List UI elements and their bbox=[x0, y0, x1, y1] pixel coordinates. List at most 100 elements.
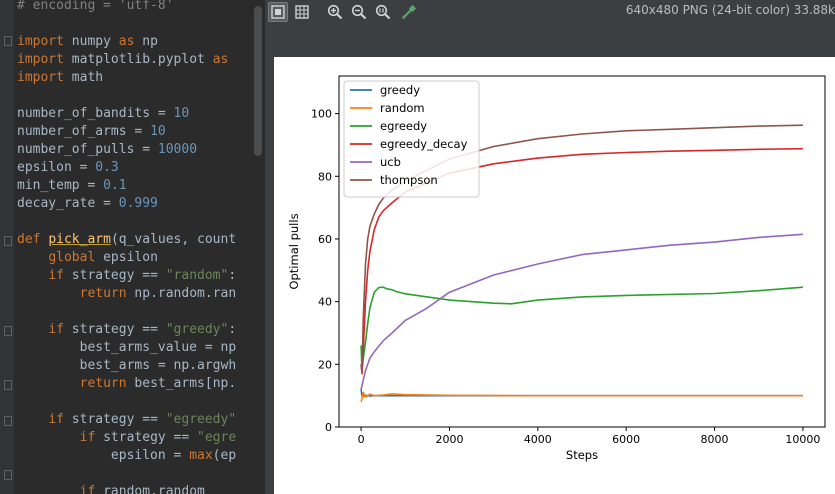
fold-icon[interactable] bbox=[4, 470, 12, 480]
code-line[interactable]: return best_arms[np. bbox=[17, 375, 237, 393]
code-token: 0.3 bbox=[95, 160, 119, 175]
legend-entry: ucb bbox=[380, 155, 401, 169]
fold-icon[interactable] bbox=[4, 416, 12, 426]
code-token: # encoding = 'utf-8' bbox=[17, 0, 174, 13]
x-tick-label: 8000 bbox=[701, 433, 729, 446]
code-token: strategy == bbox=[103, 430, 198, 445]
code-token: number_of_arms = bbox=[17, 124, 151, 139]
code-token: if bbox=[48, 268, 72, 283]
actual-size-icon[interactable] bbox=[373, 2, 393, 22]
code-line[interactable]: number_of_bandits = 10 bbox=[17, 105, 236, 123]
code-line[interactable]: best_arms = np.argwh bbox=[17, 357, 237, 375]
code-line[interactable]: if strategy == "egre bbox=[17, 429, 237, 447]
code-token: "random" bbox=[165, 268, 229, 283]
y-axis-label: Optimal pulls bbox=[287, 213, 301, 289]
code-token: pick_arm bbox=[48, 232, 111, 247]
color-picker-icon[interactable] bbox=[399, 2, 419, 22]
code-token: "egreedy" bbox=[165, 412, 237, 427]
legend-entry: egreedy_decay bbox=[380, 137, 468, 151]
code-token: epsilon bbox=[103, 250, 158, 265]
fold-icon[interactable] bbox=[4, 380, 12, 390]
code-line[interactable]: return np.random.ran bbox=[17, 285, 237, 303]
code-token: as bbox=[118, 34, 143, 49]
code-token: strategy == bbox=[71, 412, 166, 427]
code-token: math bbox=[71, 70, 104, 85]
code-token: max bbox=[189, 448, 213, 463]
zoom-out-icon[interactable] bbox=[349, 2, 369, 22]
fit-icon[interactable] bbox=[268, 2, 288, 22]
code-token: import bbox=[17, 52, 72, 67]
code-line[interactable]: def pick_arm(q_values, count bbox=[17, 231, 236, 249]
code-line[interactable]: if random.random bbox=[17, 483, 236, 494]
line-chart: 0 2000 4000 6000 8000 10000 0 20 40 60 80 100 Steps O… bbox=[287, 75, 826, 462]
code-token: 0.999 bbox=[118, 196, 158, 211]
code-line[interactable] bbox=[17, 465, 236, 483]
editor-scrollbar[interactable] bbox=[254, 6, 262, 156]
code-token: import bbox=[17, 70, 72, 85]
fold-icon[interactable] bbox=[4, 36, 12, 46]
code-line[interactable]: if strategy == "random": bbox=[17, 267, 236, 285]
fold-icon[interactable] bbox=[4, 236, 12, 246]
legend-entry: greedy bbox=[380, 83, 420, 97]
grid-icon[interactable] bbox=[292, 2, 312, 22]
code-line[interactable] bbox=[17, 87, 236, 105]
code-line[interactable]: epsilon = 0.3 bbox=[17, 159, 236, 177]
y-tick-label: 40 bbox=[318, 296, 332, 309]
y-tick-label: 100 bbox=[311, 108, 332, 121]
code-token: "egre bbox=[197, 430, 237, 445]
code-token: np.random.ran bbox=[134, 286, 237, 301]
code-token: epsilon = bbox=[17, 448, 190, 463]
code-line[interactable] bbox=[17, 213, 236, 231]
code-line[interactable]: if strategy == "greedy": bbox=[17, 321, 236, 339]
code-token: min_temp = bbox=[17, 178, 104, 193]
code-line[interactable]: number_of_pulls = 10000 bbox=[17, 141, 236, 159]
code-token: "greedy" bbox=[165, 322, 229, 337]
code-line[interactable]: epsilon = max(ep bbox=[17, 447, 236, 465]
code-line[interactable]: # encoding = 'utf-8' bbox=[17, 0, 236, 15]
code-line[interactable]: import math bbox=[17, 69, 236, 87]
image-viewer: 640x480 PNG (24-bit color) 33.88k 0 2000 4… bbox=[265, 0, 835, 494]
code-token: (ep bbox=[212, 448, 237, 463]
code-line[interactable]: import matplotlib.pyplot as bbox=[17, 51, 236, 69]
code-line[interactable] bbox=[17, 393, 236, 411]
fold-icon[interactable] bbox=[4, 326, 12, 336]
code-line[interactable] bbox=[17, 303, 236, 321]
code-token: global bbox=[48, 250, 104, 265]
code-line[interactable]: if strategy == "egreedy" bbox=[17, 411, 236, 429]
code-token: best_arms[np. bbox=[134, 376, 237, 391]
code-token: strategy == bbox=[71, 322, 166, 337]
code-token: if bbox=[48, 412, 72, 427]
series-line-ucb bbox=[360, 233, 803, 390]
editor-gutter[interactable] bbox=[0, 0, 14, 494]
x-tick-label: 4000 bbox=[524, 433, 552, 446]
code-token: number_of_pulls = bbox=[17, 142, 158, 157]
y-tick-label: 60 bbox=[318, 233, 332, 246]
code-token: if bbox=[48, 322, 72, 337]
code-token: 10 bbox=[173, 106, 190, 121]
code-line[interactable]: global epsilon bbox=[17, 249, 236, 267]
code-line[interactable]: decay_rate = 0.999 bbox=[17, 195, 236, 213]
code-token: if bbox=[79, 484, 104, 494]
code-line[interactable]: best_arms_value = np bbox=[17, 339, 237, 357]
x-axis-label: Steps bbox=[566, 448, 598, 462]
viewer-toolbar: 640x480 PNG (24-bit color) 33.88k bbox=[265, 0, 835, 24]
code-editor[interactable]: # encoding = 'utf-8' import numpy as np i… bbox=[0, 0, 265, 494]
legend-entry: thompson bbox=[380, 173, 438, 187]
x-tick-label: 6000 bbox=[612, 433, 640, 446]
code-line[interactable]: number_of_arms = 10 bbox=[17, 123, 236, 141]
zoom-in-icon[interactable] bbox=[325, 2, 345, 22]
code-token: return bbox=[79, 376, 135, 391]
code-token: if bbox=[79, 430, 104, 445]
code-lines[interactable]: # encoding = 'utf-8' import numpy as np i… bbox=[17, 0, 236, 494]
code-token: 10 bbox=[150, 124, 166, 139]
code-line[interactable]: import numpy as np bbox=[17, 33, 236, 51]
code-line[interactable] bbox=[17, 15, 236, 33]
code-line[interactable]: min_temp = 0.1 bbox=[17, 177, 236, 195]
